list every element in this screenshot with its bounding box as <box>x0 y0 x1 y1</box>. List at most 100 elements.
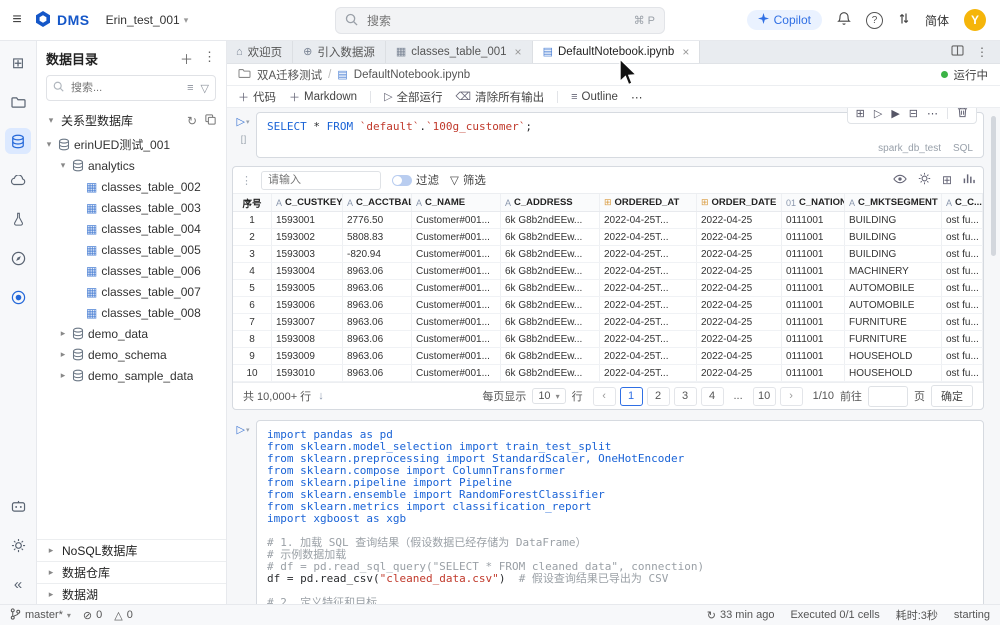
tree-item-demo_schema[interactable]: ▸ demo_schema <box>36 344 226 365</box>
settings-gear-icon[interactable] <box>918 172 931 188</box>
run-all-button[interactable]: ▷ 全部运行 <box>384 89 442 105</box>
table-row[interactable]: 5 1593005 8963.06 Customer#001... 6k G8b2ndE… <box>233 280 983 297</box>
page-1[interactable]: 1 <box>619 386 643 406</box>
kebab-menu-icon[interactable]: ⋮ <box>203 49 216 68</box>
page-10[interactable]: 10 <box>752 386 776 406</box>
section-数据仓库[interactable]: ▸ 数据仓库 <box>36 561 226 583</box>
drag-handle-icon[interactable]: ⋮ <box>241 174 252 187</box>
table-row[interactable]: 8 1593008 8963.06 Customer#001... 6k G8b2ndE… <box>233 331 983 348</box>
copy-icon[interactable] <box>205 113 216 128</box>
column-header[interactable]: 序号 <box>233 194 272 211</box>
expander-icon[interactable]: ▸ <box>58 328 68 339</box>
tree-item-classes_table_007[interactable]: ▦ classes_table_007 <box>36 281 226 302</box>
column-header[interactable]: A C_CUSTKEY <box>272 194 343 211</box>
page-4[interactable]: 4 <box>700 386 724 406</box>
sidebar-search-input[interactable] <box>69 81 139 95</box>
python-code-editor[interactable]: import pandas as pd from sklearn.model_se… <box>257 421 983 606</box>
tab-欢迎页[interactable]: ⌂ 欢迎页 <box>226 40 294 63</box>
tree-item-erinUED测试_001[interactable]: ▾ erinUED测试_001 <box>36 134 226 155</box>
column-header[interactable]: A C_ADDRESS <box>501 194 600 211</box>
column-header[interactable]: A C_MKTSEGMENT <box>845 194 942 211</box>
user-avatar[interactable]: Y <box>964 9 986 31</box>
section-relational-db[interactable]: ▾ 关系型数据库 ↻ <box>36 109 226 134</box>
page-3[interactable]: 3 <box>673 386 697 406</box>
global-search[interactable]: ⌘ P <box>335 7 665 34</box>
engine-label[interactable]: spark_db_test <box>878 143 941 154</box>
table-row[interactable]: 4 1593004 8963.06 Customer#001... 6k G8b2ndE… <box>233 263 983 280</box>
cloud-icon[interactable] <box>5 167 31 193</box>
assistant-icon[interactable] <box>5 493 31 519</box>
run-cell-button[interactable]: ▷ ▾ <box>237 115 250 128</box>
table-row[interactable]: 6 1593006 8963.06 Customer#001... 6k G8b2ndE… <box>233 297 983 314</box>
chart-icon[interactable] <box>963 173 975 187</box>
tree-item-analytics[interactable]: ▾ analytics <box>36 155 226 176</box>
run-below-icon[interactable]: ▶ <box>891 108 899 120</box>
goto-page-input[interactable] <box>868 385 908 407</box>
column-header[interactable]: ⊞ ORDER_DATE <box>697 194 782 211</box>
add-markdown-button[interactable]: ＋ Markdown <box>289 89 357 105</box>
tree-item-classes_table_006[interactable]: ▦ classes_table_006 <box>36 260 226 281</box>
run-cell-button[interactable]: ▷ ▾ <box>237 423 250 436</box>
eye-icon[interactable] <box>893 173 907 187</box>
tree-item-classes_table_003[interactable]: ▦ classes_table_003 <box>36 197 226 218</box>
tab-DefaultNotebook.ipynb[interactable]: ▤ DefaultNotebook.ipynb × <box>532 40 701 63</box>
column-header[interactable]: A C_C... <box>942 194 983 211</box>
git-branch-selector[interactable]: master* ▾ <box>10 607 71 623</box>
split-view-icon[interactable] <box>951 44 964 59</box>
tree-item-demo_sample_data[interactable]: ▸ demo_sample_data <box>36 365 226 386</box>
confirm-button[interactable]: 确定 <box>931 385 973 407</box>
column-header[interactable]: A C_ACCTBAL <box>343 194 412 211</box>
tree-item-classes_table_002[interactable]: ▦ classes_table_002 <box>36 176 226 197</box>
column-header[interactable]: ⊞ ORDERED_AT <box>600 194 697 211</box>
section-NoSQL数据库[interactable]: ▸ NoSQL数据库 <box>36 539 226 561</box>
expander-icon[interactable]: ▸ <box>58 370 68 381</box>
collapse-sidebar-icon[interactable]: « <box>5 571 31 597</box>
lab-flask-icon[interactable] <box>5 206 31 232</box>
columns-icon[interactable]: ⊞ <box>942 173 952 187</box>
download-icon[interactable]: ↓ <box>318 390 324 402</box>
breadcrumb-folder[interactable]: 双A迁移测试 <box>257 67 322 83</box>
expander-icon[interactable]: ▾ <box>58 160 68 171</box>
table-row[interactable]: 9 1593009 8963.06 Customer#001... 6k G8b2ndE… <box>233 348 983 365</box>
workspace-selector[interactable]: Erin_test_001 ▾ <box>106 13 189 27</box>
collapse-cell-icon[interactable]: ⊟ <box>909 108 918 120</box>
breadcrumb-file[interactable]: DefaultNotebook.ipynb <box>354 69 470 81</box>
tab-classes_table_001[interactable]: ▦ classes_table_001 × <box>386 40 533 63</box>
instances-folder-icon[interactable] <box>5 89 31 115</box>
table-row[interactable]: 10 1593010 8963.06 Customer#001... 6k G8b2nd… <box>233 365 983 382</box>
run-icon[interactable]: ▷ <box>874 108 882 120</box>
tab-引入数据源[interactable]: ⊕ 引入数据源 <box>293 40 386 63</box>
pager-prev[interactable]: ‹ <box>592 386 616 406</box>
table-row[interactable]: 7 1593007 8963.06 Customer#001... 6k G8b2ndE… <box>233 314 983 331</box>
expander-icon[interactable]: ▾ <box>44 139 54 150</box>
cell-more-icon[interactable]: ⋯ <box>927 108 938 120</box>
close-tab-icon[interactable]: × <box>682 45 689 59</box>
filter-toggle[interactable]: 过滤 <box>392 172 439 188</box>
search-input[interactable] <box>365 12 627 29</box>
column-header[interactable]: 01 C_NATION <box>782 194 845 211</box>
refresh-icon[interactable]: ↻ <box>187 114 197 128</box>
page-...[interactable]: ... <box>727 387 749 405</box>
settings-gear-icon[interactable] <box>5 532 31 558</box>
outline-button[interactable]: ≡ Outline <box>571 91 618 103</box>
insert-icon[interactable]: ⊞ <box>856 108 865 120</box>
clear-outputs-button[interactable]: ⌫ 清除所有输出 <box>456 89 545 105</box>
funnel-icon[interactable]: ▽ <box>201 82 209 95</box>
warning-count[interactable]: △ 0 <box>114 609 133 622</box>
list-filter-icon[interactable]: ≡ <box>187 82 193 95</box>
scrollbar-thumb[interactable] <box>991 116 996 256</box>
table-row[interactable]: 3 1593003 -820.94 Customer#001... 6k G8b2ndE… <box>233 246 983 263</box>
tree-item-classes_table_005[interactable]: ▦ classes_table_005 <box>36 239 226 260</box>
section-数据湖[interactable]: ▸ 数据湖 <box>36 583 226 605</box>
hamburger-icon[interactable]: ≡ <box>0 11 34 29</box>
toolbar-more-icon[interactable]: ⋯ <box>631 90 643 104</box>
integration-icon[interactable] <box>5 284 31 310</box>
sidebar-search[interactable]: ≡ ▽ <box>46 75 216 101</box>
expander-icon[interactable]: ▸ <box>58 349 68 360</box>
tab-more-icon[interactable]: ⋮ <box>976 45 988 59</box>
table-row[interactable]: 2 1593002 5808.83 Customer#001... 6k G8b2ndE… <box>233 229 983 246</box>
discover-compass-icon[interactable] <box>5 245 31 271</box>
workbench-icon[interactable]: ⊞ <box>5 50 31 76</box>
help-icon[interactable]: ? <box>865 11 883 29</box>
pager-next[interactable]: › <box>779 386 803 406</box>
